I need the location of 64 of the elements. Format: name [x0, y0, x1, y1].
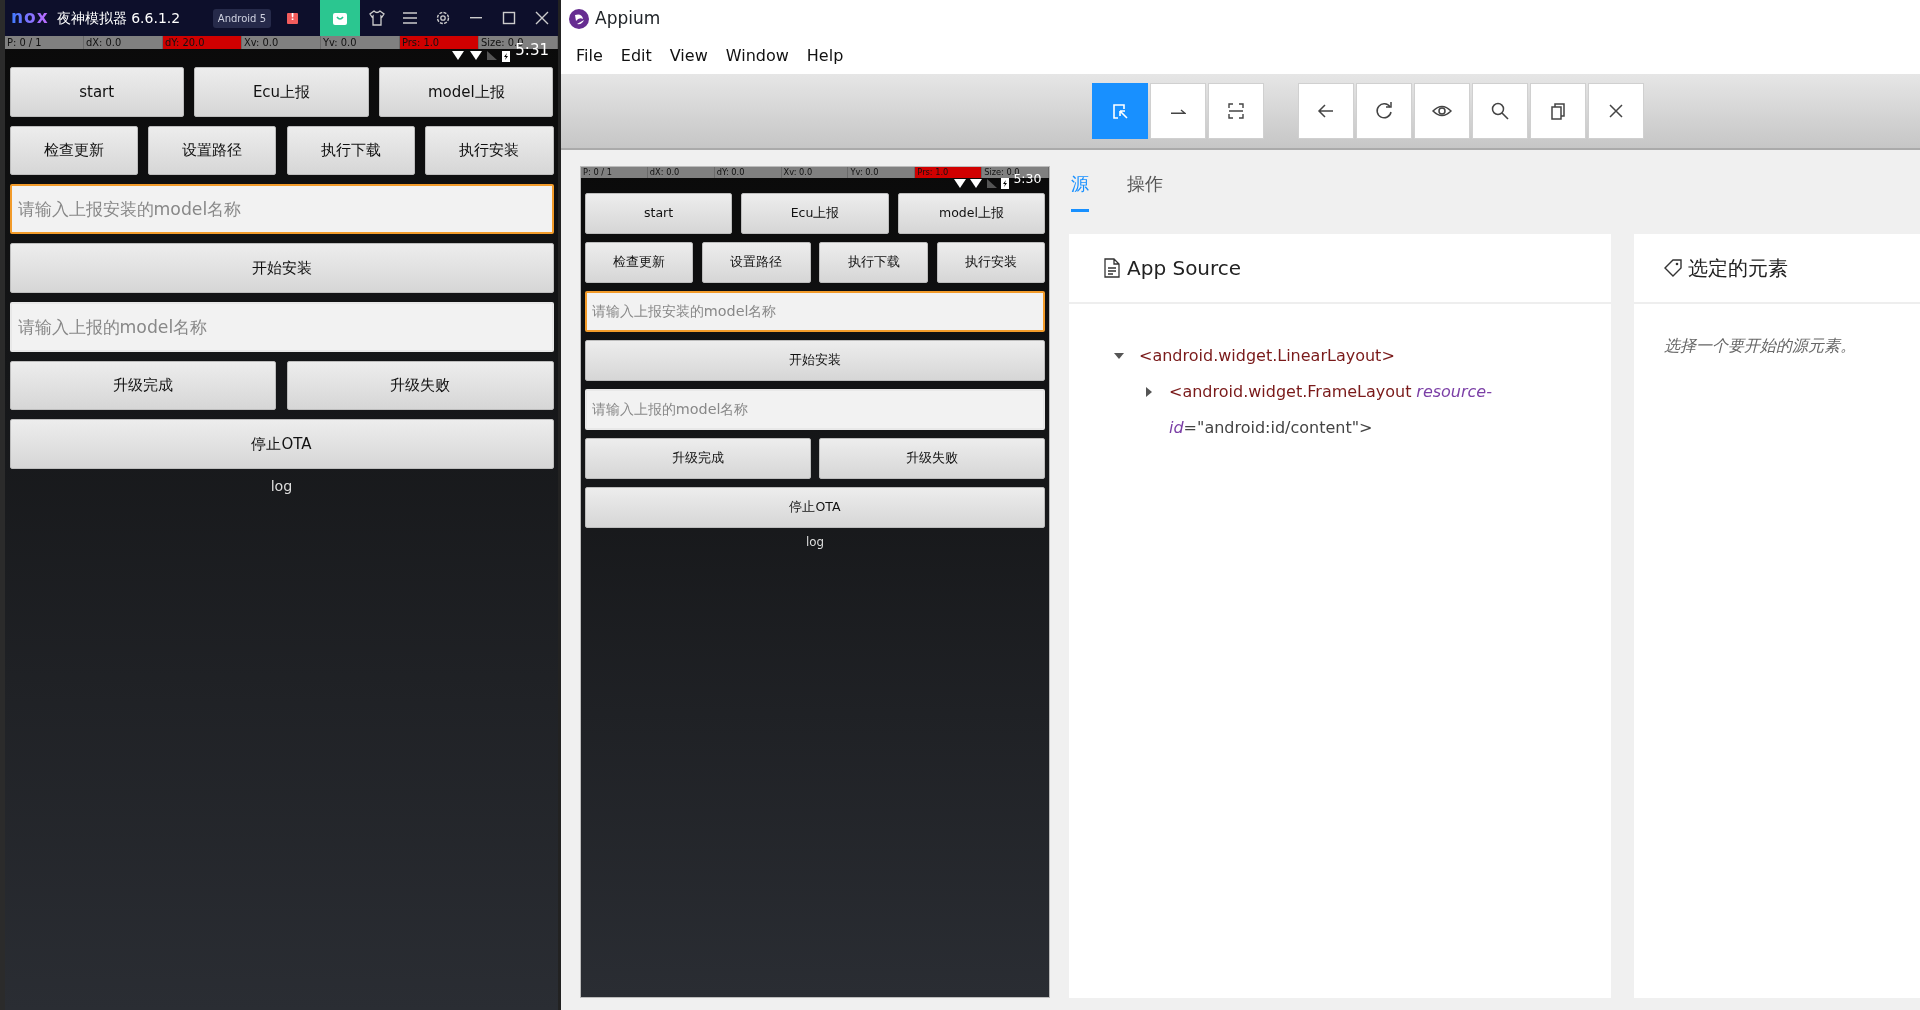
menu-item[interactable]: Help — [797, 44, 853, 68]
app-button[interactable]: 升级完成 — [584, 437, 811, 479]
app-button[interactable]: 检查更新 — [9, 125, 138, 176]
app-button[interactable]: Ecu上报 — [194, 67, 369, 117]
menu-item[interactable]: File — [567, 44, 612, 68]
refresh-icon — [1374, 101, 1394, 121]
pointer-info-field: P: 0 / 1 — [581, 167, 648, 179]
app-button[interactable]: 执行下载 — [286, 125, 415, 176]
minimize-icon — [469, 17, 482, 19]
tab[interactable]: 操作 — [1127, 166, 1163, 212]
select-element-icon — [1110, 101, 1130, 121]
tap-region-icon — [1226, 101, 1246, 121]
app-button[interactable]: 设置路径 — [702, 241, 811, 284]
tag-icon — [1664, 259, 1682, 277]
app-button[interactable]: 停止OTA — [584, 486, 1046, 528]
version-badge: Android 5 — [212, 8, 271, 28]
app-button[interactable]: 停止OTA — [9, 419, 554, 469]
pointer-info-field: dX: 0.0 — [647, 167, 715, 179]
app-button[interactable]: model上报 — [897, 193, 1046, 235]
menu-icon — [400, 9, 419, 27]
app-button[interactable]: 升级失败 — [286, 360, 554, 411]
app-button[interactable]: 执行安装 — [425, 125, 554, 176]
battery-icon — [1001, 177, 1010, 190]
input-field[interactable]: 请输入上报安装的model名称 — [584, 290, 1046, 333]
app-button[interactable]: 升级失败 — [819, 437, 1046, 479]
pointer-info-field: Xv: 0.0 — [781, 167, 849, 179]
menu-item[interactable]: View — [660, 44, 717, 68]
panel-title: 选定的元素 — [1688, 255, 1788, 282]
app-button[interactable]: 检查更新 — [584, 241, 694, 284]
app-button[interactable]: 执行安装 — [936, 241, 1046, 284]
app-button[interactable]: 执行下载 — [819, 241, 928, 284]
panel-title: App Source — [1127, 255, 1242, 282]
app-button[interactable]: start — [584, 193, 733, 235]
app-button[interactable]: 开始安装 — [584, 339, 1046, 382]
log-label: log — [269, 477, 294, 497]
tree-node[interactable]: <android.widget.LinearLayout> — [1139, 338, 1395, 374]
menu-item[interactable]: Edit — [611, 44, 661, 68]
hint-text: 选择一个要开始的源元素。 — [1663, 335, 1857, 357]
menu-item[interactable]: Window — [716, 44, 798, 68]
copy-icon — [1548, 101, 1568, 121]
search-icon — [1490, 101, 1510, 121]
document-icon — [1103, 258, 1121, 278]
app-button[interactable]: model上报 — [379, 67, 554, 117]
app-button[interactable]: 升级完成 — [9, 360, 277, 411]
input-field[interactable]: 请输入上报安装的model名称 — [9, 184, 554, 235]
battery-icon — [502, 49, 511, 62]
shirt-icon — [367, 9, 386, 27]
log-label: log — [804, 534, 826, 552]
window-title: Appium — [595, 7, 661, 31]
pointer-info-field: Prs: 1.0 — [400, 36, 479, 50]
pointer-info-field: dY: 0.0 — [714, 167, 782, 179]
tree-node[interactable]: <android.widget.FrameLayout resource-id="android:id/content"> — [1169, 374, 1499, 446]
app-button[interactable]: Ecu上报 — [741, 193, 889, 235]
pointer-info-field: dY: 20.0 — [163, 36, 242, 50]
app-button[interactable]: 开始安装 — [9, 243, 554, 293]
pointer-info-field: Xv: 0.0 — [242, 36, 321, 50]
window-title: 夜神模拟器 6.6.1.2 — [56, 8, 181, 28]
app-button[interactable]: start — [9, 67, 184, 117]
toolbar-button[interactable] — [1414, 83, 1470, 139]
app-logo-icon — [569, 9, 589, 29]
pointer-info-field: P: 0 / 1 — [5, 36, 84, 50]
alert-badge: ! — [287, 12, 298, 24]
app-button[interactable]: 设置路径 — [148, 125, 277, 176]
pointer-info-field: Prs: 1.0 — [915, 167, 983, 179]
